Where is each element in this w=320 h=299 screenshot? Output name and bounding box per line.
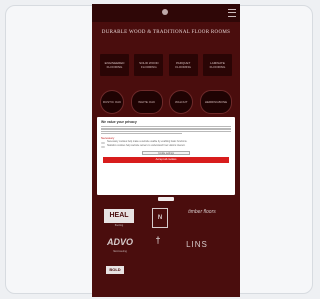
consent-text-line bbox=[101, 126, 231, 128]
badge-white-oak[interactable]: WHITE OAK bbox=[130, 90, 163, 114]
brand-logo-6[interactable]: LINS bbox=[182, 240, 212, 249]
logo-icon[interactable] bbox=[162, 9, 168, 15]
brand-logo-3[interactable]: timber floors bbox=[184, 210, 220, 215]
consent-text-line bbox=[101, 130, 231, 132]
consent-option-row: Statistics cookies help website owners t… bbox=[101, 144, 231, 149]
option-toggle[interactable] bbox=[101, 146, 105, 149]
cookie-settings-button[interactable]: Cookie settings bbox=[142, 151, 190, 156]
nav-tile-solid[interactable]: SOLID WOOD FLOORING bbox=[134, 54, 164, 76]
nav-tile-engineered[interactable]: ENGINEERED FLOORING bbox=[100, 54, 129, 76]
phone-screenshot: DURABLE WOOD & TRADITIONAL FLOOR ROOMS E… bbox=[92, 4, 240, 297]
badge-walnut[interactable]: WALNUT bbox=[169, 90, 194, 114]
brand-logo-1-sub: flooring bbox=[114, 224, 124, 227]
badge-row: RUSTIC OAK WHITE OAK WALNUT HERRINGBONE bbox=[100, 90, 232, 114]
brand-logo-4[interactable]: ADVO bbox=[104, 237, 136, 247]
site-title: DURABLE WOOD & TRADITIONAL FLOOR ROOMS bbox=[101, 30, 231, 35]
accept-all-button[interactable]: Accept all cookies bbox=[103, 157, 229, 164]
option-toggle[interactable] bbox=[101, 142, 105, 145]
consent-text-line bbox=[101, 128, 231, 130]
brand-logo-1[interactable]: HEAL bbox=[104, 209, 134, 223]
option-text: Statistics cookies help website owners t… bbox=[107, 144, 186, 148]
badge-rustic-oak[interactable]: RUSTIC OAK bbox=[100, 90, 124, 114]
nav-tile-parquet[interactable]: PARQUET FLOORING bbox=[168, 54, 198, 76]
badge-herringbone[interactable]: HERRINGBONE bbox=[199, 90, 232, 114]
brand-logo-7[interactable]: BOLD bbox=[106, 266, 124, 274]
consent-title: We value your privacy bbox=[101, 120, 137, 124]
brand-logo-5[interactable]: † bbox=[154, 235, 162, 245]
brand-logo-2[interactable]: N bbox=[152, 208, 168, 228]
brand-seal bbox=[158, 197, 174, 201]
top-bar bbox=[92, 4, 240, 22]
cookie-consent-dialog: We value your privacy Necessary Necessar… bbox=[97, 117, 235, 195]
brand-logo-4-sub: floorcovering bbox=[113, 250, 127, 253]
nav-tile-laminate[interactable]: LAMINATE FLOORING bbox=[202, 54, 232, 76]
category-nav: ENGINEERED FLOORING SOLID WOOD FLOORING … bbox=[100, 54, 232, 76]
consent-text-line bbox=[101, 132, 182, 135]
hamburger-menu-icon[interactable] bbox=[228, 9, 236, 17]
